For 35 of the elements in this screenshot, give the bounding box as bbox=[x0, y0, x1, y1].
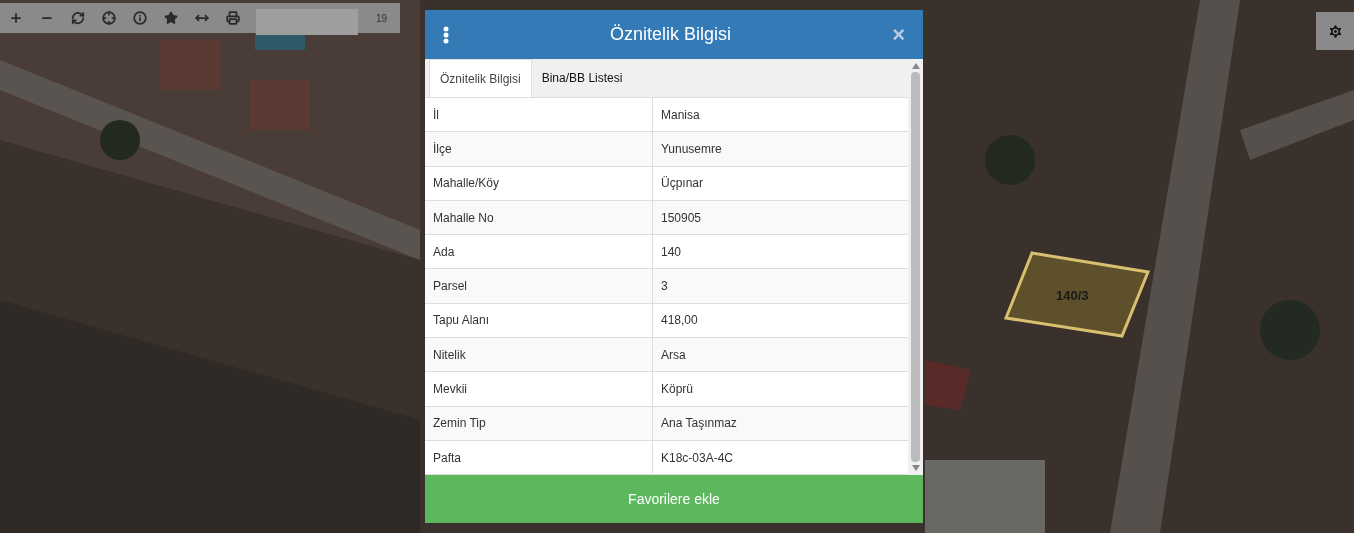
scrollbar[interactable] bbox=[908, 59, 923, 475]
table-cell: İl bbox=[425, 98, 653, 132]
table-cell: Pafta bbox=[425, 440, 653, 475]
table-cell: Parsel bbox=[425, 269, 653, 303]
gear-icon bbox=[1326, 22, 1344, 40]
table-cell: İlçe bbox=[425, 132, 653, 166]
table-cell: Zemin Tip bbox=[425, 406, 653, 440]
table-cell: Mevkii bbox=[425, 372, 653, 406]
table-cell-text: Arsa bbox=[660, 346, 687, 364]
scroll-down-icon[interactable] bbox=[911, 465, 920, 471]
table-cell: Mahalle No bbox=[425, 200, 653, 235]
settings-button[interactable] bbox=[1316, 12, 1354, 50]
table-cell-text: K18c-03A-4C bbox=[660, 449, 735, 467]
parcel-label: 140/3 bbox=[1056, 287, 1089, 305]
table-cell: Nitelik bbox=[425, 338, 653, 372]
tab[interactable]: Öznitelik Bilgisi bbox=[429, 59, 532, 97]
table-cell-text: Köprü bbox=[660, 381, 695, 398]
menu-icon[interactable] bbox=[443, 25, 449, 44]
input-field[interactable] bbox=[256, 9, 358, 35]
table-cell: Ada bbox=[425, 235, 653, 269]
table-cell-text: Üçpınar bbox=[660, 175, 705, 193]
dialog-title: Öznitelik Bilgisi bbox=[609, 23, 733, 46]
table-cell-text: 418,00 bbox=[660, 312, 699, 330]
table-cell-text: 3 bbox=[660, 278, 669, 296]
table-cell-text: Yunusemre bbox=[660, 140, 723, 158]
zoom-level: 19 bbox=[375, 11, 387, 26]
tab[interactable]: Bina/BB Listesi bbox=[531, 59, 633, 97]
table-cell-text: Manisa bbox=[660, 106, 701, 124]
scroll-up-icon[interactable] bbox=[911, 63, 920, 69]
table-cell-text: 150905 bbox=[660, 209, 703, 227]
table-cell-text: 140 bbox=[660, 243, 683, 261]
table-cell-text: Ana Taşınmaz bbox=[660, 415, 738, 433]
table-cell: Mahalle/Köy bbox=[425, 166, 653, 200]
table-cell: Tapu Alanı bbox=[425, 303, 653, 338]
scrollbar-thumb[interactable] bbox=[911, 72, 920, 462]
